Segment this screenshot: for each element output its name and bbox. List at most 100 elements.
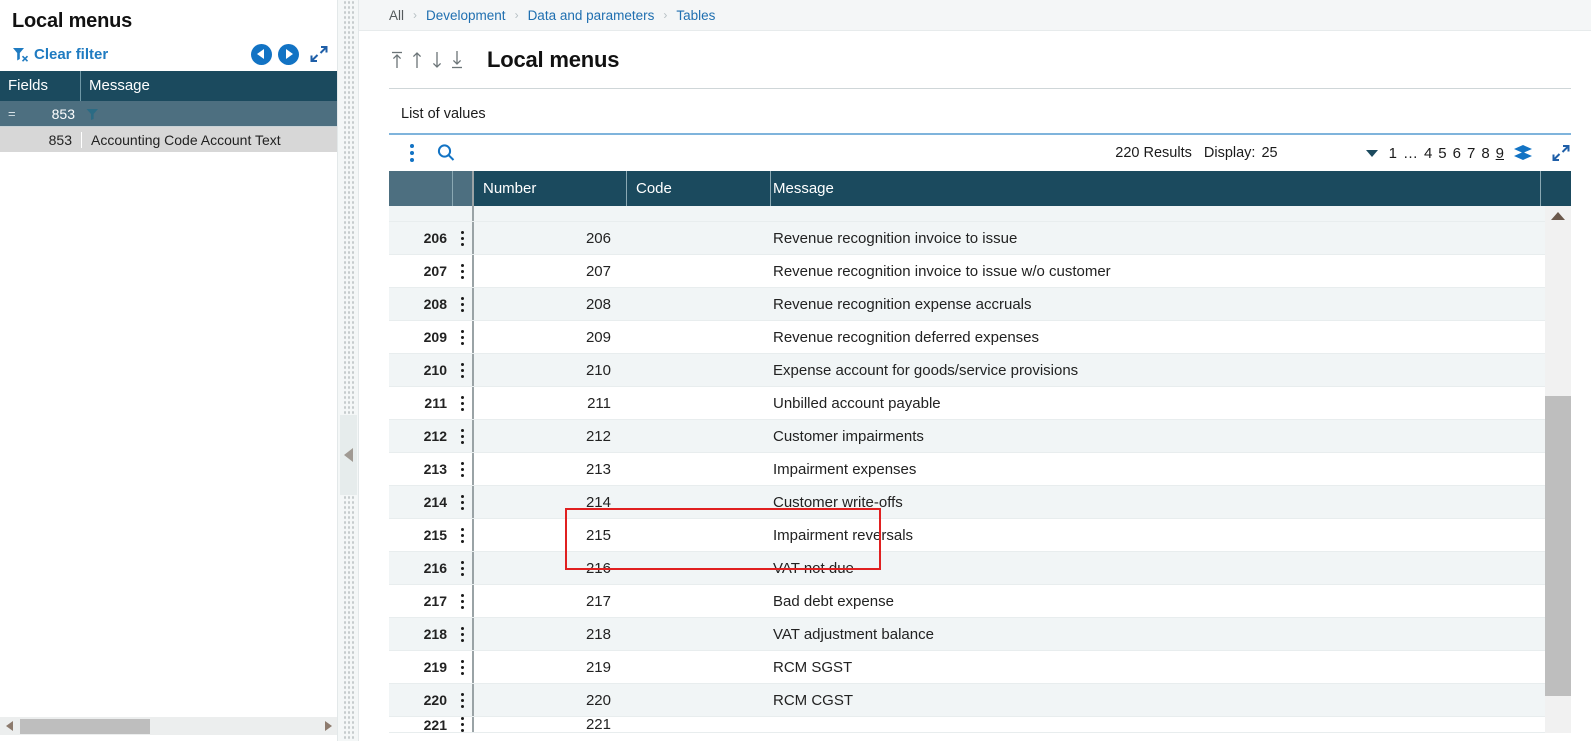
row-actions-icon[interactable] xyxy=(453,519,474,551)
next-record-icon[interactable] xyxy=(427,47,447,73)
table-row[interactable]: 212 212 Customer impairments xyxy=(389,420,1571,453)
funnel-icon[interactable] xyxy=(86,108,99,120)
table-row[interactable]: 220 220 RCM CGST xyxy=(389,684,1571,717)
previous-record-icon[interactable] xyxy=(407,47,427,73)
breadcrumb-item-tables[interactable]: Tables xyxy=(676,8,715,23)
filter-value[interactable]: 853 xyxy=(52,106,75,122)
filter-operator: = xyxy=(8,106,16,121)
row-actions-icon[interactable] xyxy=(453,618,474,650)
page-link-8[interactable]: 8 xyxy=(1481,145,1489,162)
page-link-5[interactable]: 5 xyxy=(1438,145,1446,162)
row-actions-icon[interactable] xyxy=(453,288,474,320)
table-row[interactable]: 219 219 RCM SGST xyxy=(389,651,1571,684)
grid-column-header-number[interactable]: Number xyxy=(474,171,627,206)
page-header: Local menus xyxy=(359,31,1591,88)
row-actions-icon[interactable] xyxy=(453,420,474,452)
last-record-icon[interactable] xyxy=(447,47,467,73)
table-row[interactable]: 216 216 VAT not due xyxy=(389,552,1571,585)
page-link-1[interactable]: 1 xyxy=(1389,145,1397,162)
cell-number: 221 xyxy=(585,717,611,733)
circle-arrow-right-icon[interactable] xyxy=(278,43,299,65)
left-panel-horizontal-scrollbar[interactable] xyxy=(0,717,337,735)
table-row[interactable]: 206 206 Revenue recognition invoice to iss… xyxy=(389,222,1571,255)
row-actions-icon[interactable] xyxy=(453,206,474,221)
search-icon[interactable] xyxy=(431,142,461,164)
grid-column-header-rownum[interactable] xyxy=(389,171,453,206)
row-number: 215 xyxy=(423,527,447,543)
row-actions-icon[interactable] xyxy=(453,453,474,485)
table-row[interactable]: 217 217 Bad debt expense xyxy=(389,585,1571,618)
row-actions-icon[interactable] xyxy=(453,585,474,617)
table-row[interactable]: 207 207 Revenue recognition invoice to iss… xyxy=(389,255,1571,288)
cell-number: 213 xyxy=(585,460,611,478)
row-number: 220 xyxy=(423,692,447,708)
arrow-up-icon[interactable] xyxy=(1545,206,1571,226)
table-row[interactable]: 210 210 Expense account for goods/service … xyxy=(389,354,1571,387)
table-row[interactable]: 209 209 Revenue recognition deferred expen… xyxy=(389,321,1571,354)
grid-vertical-scrollbar[interactable] xyxy=(1545,206,1571,733)
main-content: All › Development › Data and parameters … xyxy=(359,0,1591,741)
row-actions-icon[interactable] xyxy=(453,552,474,584)
expand-diagonal-icon[interactable] xyxy=(1551,143,1571,163)
left-column-header-fields[interactable]: Fields xyxy=(0,71,81,101)
row-actions-icon[interactable] xyxy=(453,651,474,683)
table-row[interactable]: 221 221 xyxy=(389,717,1571,733)
expand-diagonal-icon[interactable] xyxy=(309,44,329,64)
breadcrumb-item-all[interactable]: All xyxy=(389,8,404,23)
page-link-6[interactable]: 6 xyxy=(1453,145,1461,162)
cell-number: 210 xyxy=(585,361,611,379)
page-ellipsis: … xyxy=(1402,144,1418,162)
page-link-4[interactable]: 4 xyxy=(1424,145,1432,162)
caret-down-icon[interactable] xyxy=(1365,149,1378,157)
list-item[interactable]: 853 Accounting Code Account Text xyxy=(0,127,337,153)
left-panel-toolbar: Clear filter xyxy=(0,39,337,71)
grid-column-header-message[interactable]: Message xyxy=(771,171,1541,206)
row-actions-icon[interactable] xyxy=(453,222,474,254)
breadcrumb-item-development[interactable]: Development xyxy=(426,8,506,23)
row-actions-icon[interactable] xyxy=(453,387,474,419)
clear-filter-button[interactable]: Clear filter xyxy=(12,46,108,63)
table-row[interactable]: 215 215 Impairment reversals xyxy=(389,519,1571,552)
first-record-icon[interactable] xyxy=(387,47,407,73)
chevron-right-icon: › xyxy=(663,8,668,22)
cell-message: VAT adjustment balance xyxy=(773,625,934,643)
splitter-collapse-button[interactable] xyxy=(340,415,357,495)
breadcrumb-item-data-and-parameters[interactable]: Data and parameters xyxy=(528,8,655,23)
table-row[interactable]: 214 214 Customer write-offs xyxy=(389,486,1571,519)
cell-message: Revenue recognition deferred expenses xyxy=(773,328,1040,346)
grid-column-header-code[interactable]: Code xyxy=(627,171,771,206)
arrow-left-icon[interactable] xyxy=(0,717,18,735)
row-actions-icon[interactable] xyxy=(453,486,474,518)
row-number: 206 xyxy=(423,230,447,246)
left-column-header-message[interactable]: Message xyxy=(81,71,337,101)
left-panel-filter-row[interactable]: = 853 xyxy=(0,101,337,127)
panel-splitter[interactable] xyxy=(337,0,359,741)
page-title: Local menus xyxy=(487,46,620,72)
arrow-right-icon[interactable] xyxy=(319,717,337,735)
layers-icon[interactable] xyxy=(1513,144,1533,162)
cell-number: 206 xyxy=(585,229,611,247)
table-row[interactable]: 213 213 Impairment expenses xyxy=(389,453,1571,486)
page-link-9-current[interactable]: 9 xyxy=(1496,145,1504,162)
circle-arrow-left-icon[interactable] xyxy=(251,43,272,65)
display-value[interactable]: 25 xyxy=(1261,145,1277,161)
left-panel-title: Local menus xyxy=(12,10,133,32)
table-row[interactable]: 218 218 VAT adjustment balance xyxy=(389,618,1571,651)
row-actions-icon[interactable] xyxy=(453,717,474,732)
grid-column-header-actions[interactable] xyxy=(453,171,474,206)
row-actions-icon[interactable] xyxy=(453,354,474,386)
scrollbar-thumb[interactable] xyxy=(20,718,150,734)
filter-message-cell[interactable] xyxy=(81,108,337,120)
more-options-icon[interactable] xyxy=(401,142,423,164)
row-actions-icon[interactable] xyxy=(453,684,474,716)
page-link-7[interactable]: 7 xyxy=(1467,145,1475,162)
filter-operator-cell[interactable]: = 853 xyxy=(0,106,81,122)
display-label: Display: xyxy=(1203,145,1256,161)
row-actions-icon[interactable] xyxy=(453,321,474,353)
table-row[interactable] xyxy=(389,206,1571,222)
pagination: 1 … 4 5 6 7 8 9 xyxy=(1389,145,1504,162)
scrollbar-thumb[interactable] xyxy=(1545,396,1571,696)
table-row[interactable]: 211 211 Unbilled account payable xyxy=(389,387,1571,420)
row-actions-icon[interactable] xyxy=(453,255,474,287)
table-row[interactable]: 208 208 Revenue recognition expense accrua… xyxy=(389,288,1571,321)
